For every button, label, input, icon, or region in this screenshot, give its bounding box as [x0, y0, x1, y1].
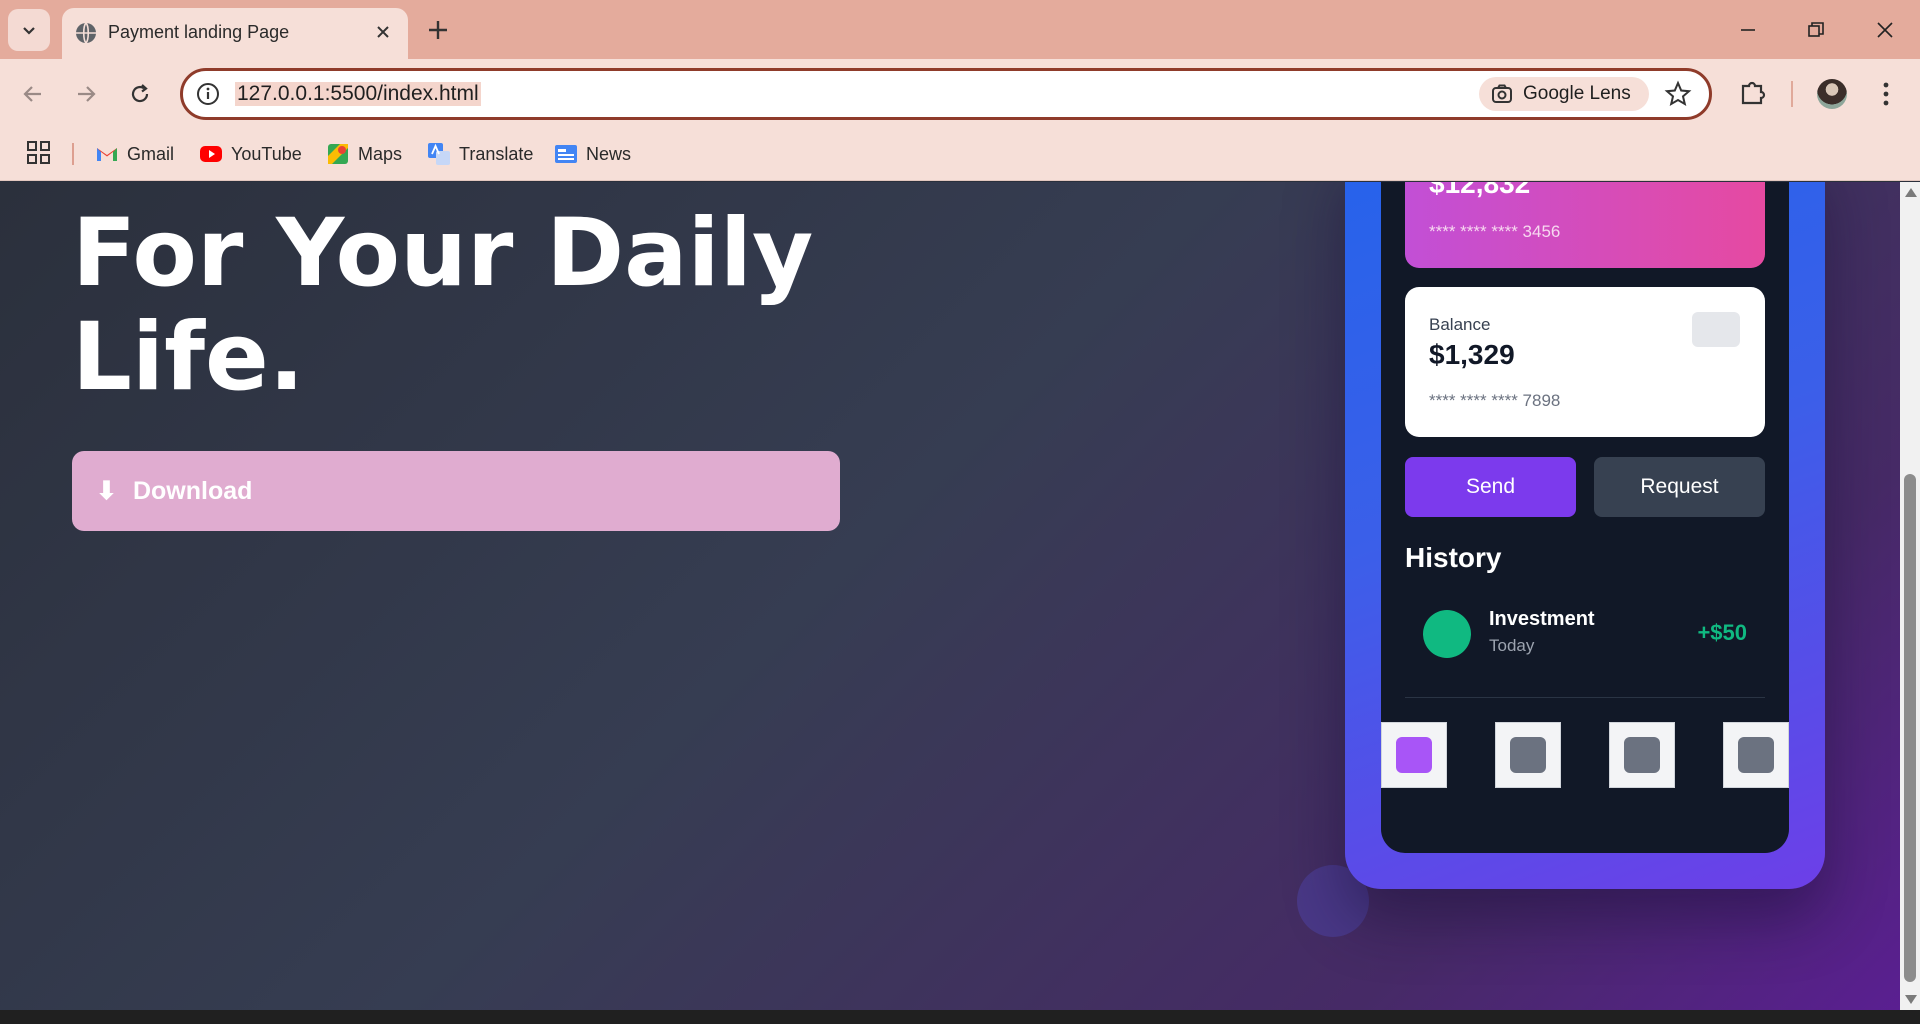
phone-screen: $12,832 **** **** **** 3456 Balance $1,3… [1381, 182, 1789, 853]
transaction-time: Today [1489, 636, 1535, 655]
gmail-icon [97, 148, 117, 161]
browser-menu-button[interactable] [1872, 79, 1900, 109]
minimize-button[interactable] [1732, 14, 1764, 46]
minimize-icon [1741, 29, 1755, 31]
nav-home-button[interactable] [1381, 722, 1447, 788]
bookmark-translate[interactable]: Translate [427, 139, 533, 169]
nav-stats-button[interactable] [1609, 722, 1675, 788]
scroll-thumb[interactable] [1904, 474, 1916, 982]
transaction-icon [1423, 610, 1471, 658]
reload-button[interactable] [122, 76, 158, 112]
transaction-amount: +$50 [1697, 620, 1747, 645]
reload-icon [131, 84, 149, 103]
tab-strip: Payment landing Page [0, 0, 1920, 59]
close-icon [1877, 22, 1893, 38]
restore-button[interactable] [1800, 14, 1832, 46]
bookmark-label: Translate [459, 143, 534, 164]
close-tab-icon[interactable] [372, 21, 394, 43]
bookmark-gmail[interactable]: Gmail [95, 139, 174, 169]
bookmark-news[interactable]: News [554, 139, 631, 169]
card-chip [1692, 312, 1740, 347]
send-button[interactable]: Send [1405, 457, 1576, 517]
download-icon: ⬇ [96, 477, 117, 505]
youtube-icon [200, 146, 222, 162]
transaction-name: Investment [1489, 608, 1595, 630]
browser-toolbar: 127.0.0.1:5500/index.html Google Lens [0, 59, 1920, 129]
active-tab[interactable]: Payment landing Page [62, 8, 408, 59]
news-icon [555, 145, 577, 163]
bookmarks-bar: Gmail YouTube Maps Translate News [0, 129, 1920, 181]
bookmark-star-icon[interactable] [1664, 80, 1692, 108]
phone-mockup: $12,832 **** **** **** 3456 Balance $1,3… [1345, 182, 1825, 889]
new-tab-icon[interactable] [424, 16, 452, 44]
bookmark-label: Maps [358, 143, 403, 164]
profile-icon [1738, 737, 1774, 773]
restore-icon [1808, 22, 1824, 37]
nav-cards-button[interactable] [1495, 722, 1561, 788]
cards-icon [1510, 737, 1546, 773]
primary-card: $12,832 **** **** **** 3456 [1405, 182, 1765, 268]
close-window-button[interactable] [1869, 14, 1901, 46]
home-icon [1396, 737, 1432, 773]
google-lens-button[interactable]: Google Lens [1479, 77, 1649, 111]
os-taskbar [0, 1010, 1920, 1024]
toolbar-divider [1791, 81, 1793, 107]
arrow-right-icon [78, 86, 96, 102]
more-vertical-icon [1883, 82, 1889, 106]
balance-card: Balance $1,329 **** **** **** 7898 [1405, 287, 1765, 437]
bookmarks-divider [72, 143, 74, 165]
address-bar[interactable]: 127.0.0.1:5500/index.html Google Lens [180, 68, 1712, 120]
back-button[interactable] [15, 76, 51, 112]
request-button[interactable]: Request [1594, 457, 1765, 517]
bookmark-maps[interactable]: Maps [326, 139, 402, 169]
profile-avatar[interactable] [1817, 79, 1847, 109]
balance-amount: $1,329 [1429, 339, 1515, 370]
arrow-left-icon [23, 86, 41, 102]
page-viewport: For Your Daily Life. ⬇ Download $12,832 … [0, 182, 1900, 1010]
bookmark-label: YouTube [231, 143, 302, 164]
phone-bottom-nav [1381, 722, 1789, 788]
url-text[interactable]: 127.0.0.1:5500/index.html [235, 82, 481, 106]
chevron-down-icon [23, 27, 35, 35]
hero-title: For Your Daily Life. [72, 199, 814, 412]
balance-label: Balance [1429, 315, 1491, 334]
primary-card-amount: $12,832 [1429, 182, 1531, 199]
maps-icon [328, 144, 348, 164]
tab-search-button[interactable] [8, 9, 50, 51]
tab-title: Payment landing Page [108, 22, 290, 42]
scroll-down-arrow-icon[interactable] [1905, 995, 1917, 1004]
translate-icon [428, 143, 450, 165]
page-scrollbar[interactable] [1900, 182, 1920, 1010]
download-button[interactable]: ⬇ Download [72, 451, 840, 531]
apps-grid-icon[interactable] [26, 140, 52, 166]
balance-card-number: **** **** **** 7898 [1429, 391, 1561, 410]
forward-button[interactable] [68, 76, 104, 112]
google-lens-label: Google Lens [1523, 83, 1631, 104]
bookmark-youtube[interactable]: YouTube [199, 139, 302, 169]
lens-camera-icon [1492, 84, 1512, 103]
primary-card-number: **** **** **** 3456 [1429, 222, 1561, 241]
download-label: Download [132, 476, 253, 505]
extensions-icon[interactable] [1737, 76, 1769, 108]
scroll-up-arrow-icon[interactable] [1905, 188, 1917, 197]
history-heading: History [1405, 542, 1502, 573]
nav-profile-button[interactable] [1723, 722, 1789, 788]
bookmark-label: Gmail [127, 143, 175, 164]
bookmark-label: News [586, 143, 632, 164]
globe-icon [76, 22, 96, 44]
transaction-row[interactable]: Investment Today +$50 [1405, 594, 1765, 674]
site-info-icon[interactable] [195, 81, 221, 107]
stats-icon [1624, 737, 1660, 773]
nav-divider [1405, 697, 1765, 698]
